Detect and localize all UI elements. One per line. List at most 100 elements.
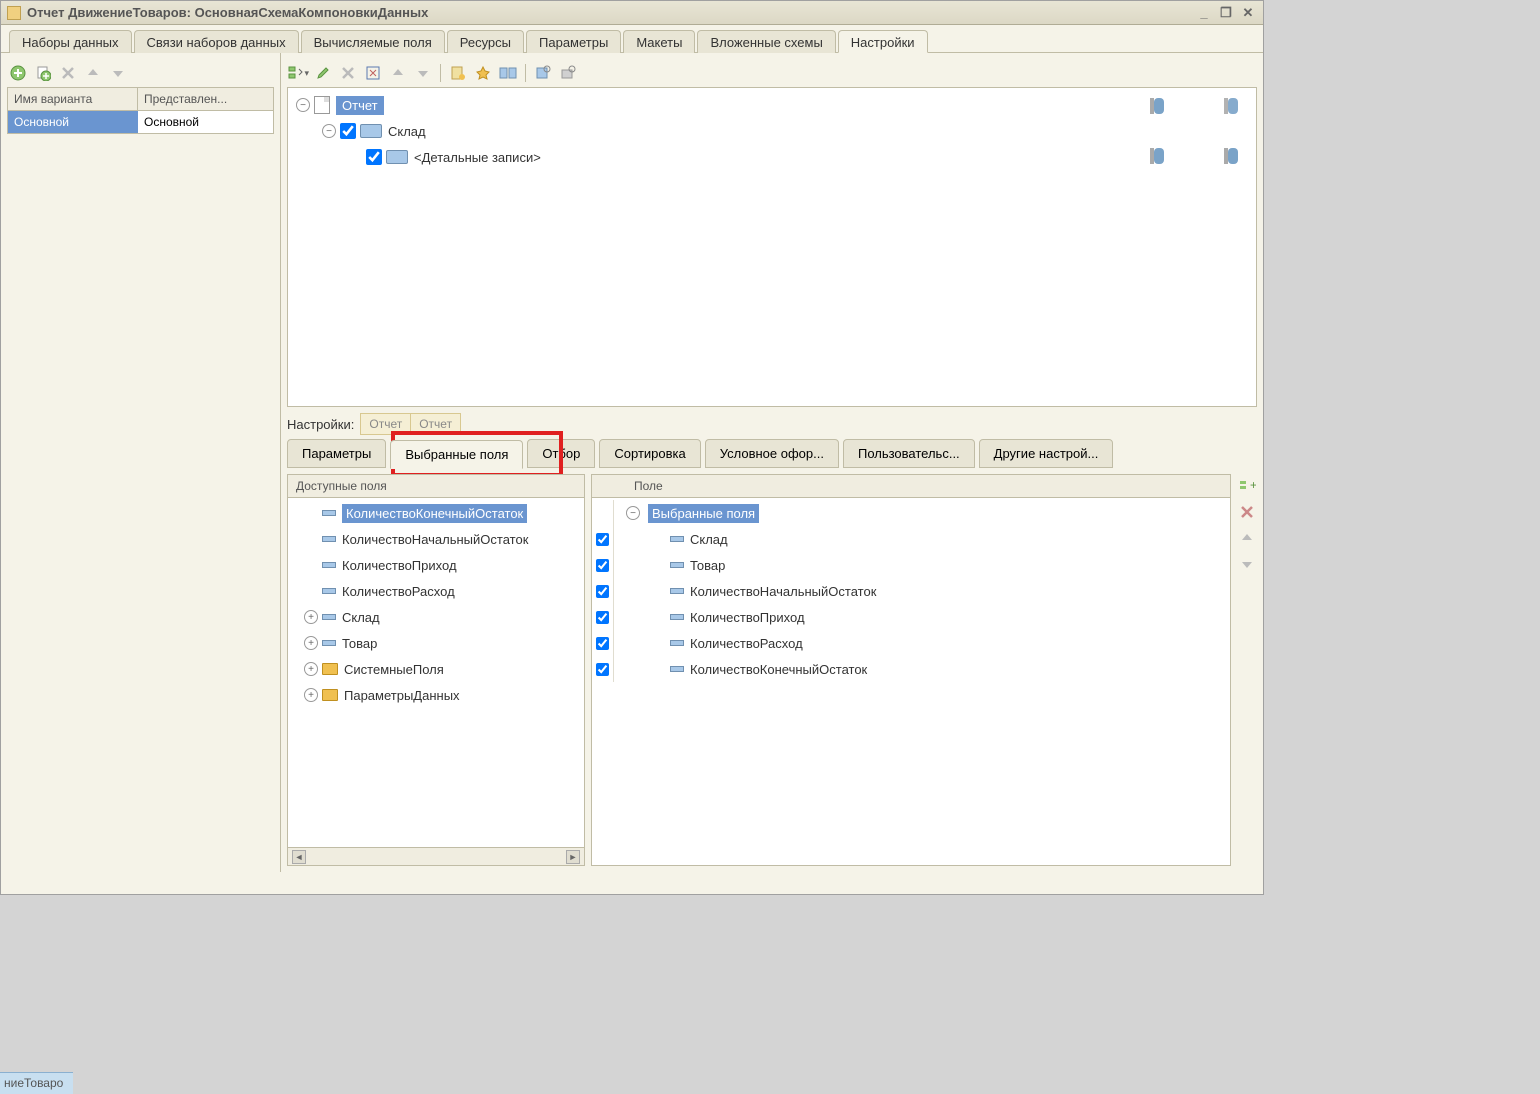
- expand-icon[interactable]: +: [304, 662, 318, 676]
- main-tab-5[interactable]: Макеты: [623, 30, 695, 53]
- down-icon[interactable]: [412, 63, 434, 83]
- field-checkbox[interactable]: [596, 637, 609, 650]
- breadcrumb-label: Настройки:: [287, 417, 354, 432]
- sub-tab-1[interactable]: Выбранные поля: [390, 440, 523, 469]
- main-tab-3[interactable]: Ресурсы: [447, 30, 524, 53]
- edit-icon[interactable]: [312, 63, 334, 83]
- action-icon-2[interactable]: [1224, 96, 1242, 116]
- field-checkbox[interactable]: [596, 611, 609, 624]
- available-fields-list[interactable]: КоличествоКонечныйОстаток КоличествоНачал…: [288, 498, 584, 847]
- collapse-icon[interactable]: −: [296, 98, 310, 112]
- node-checkbox[interactable]: [366, 149, 382, 165]
- remove-field-icon[interactable]: [1237, 502, 1257, 522]
- col-variant-name[interactable]: Имя варианта: [8, 88, 138, 110]
- delete-icon[interactable]: [57, 63, 79, 83]
- available-field-row[interactable]: КоличествоПриход: [288, 552, 584, 578]
- expand-icon[interactable]: +: [304, 636, 318, 650]
- minimize-button[interactable]: _: [1195, 5, 1213, 21]
- main-tab-6[interactable]: Вложенные схемы: [697, 30, 835, 53]
- field-checkbox[interactable]: [596, 533, 609, 546]
- sub-tab-4[interactable]: Условное офор...: [705, 439, 839, 468]
- selected-group-row[interactable]: −Выбранные поля: [592, 500, 1230, 526]
- field-label: КоличествоПриход: [690, 610, 805, 625]
- selected-field-row[interactable]: КоличествоКонечныйОстаток: [592, 656, 1230, 682]
- available-field-row[interactable]: +Склад: [288, 604, 584, 630]
- available-field-row[interactable]: + СистемныеПоля: [288, 656, 584, 682]
- up-icon[interactable]: [387, 63, 409, 83]
- scroll-left-icon[interactable]: ◄: [292, 850, 306, 864]
- add-copy-icon[interactable]: [32, 63, 54, 83]
- field-label: КоличествоКонечныйОстаток: [690, 662, 867, 677]
- maximize-button[interactable]: ❐: [1217, 5, 1235, 21]
- action-icon-1[interactable]: [1150, 96, 1168, 116]
- collapse-icon: [304, 506, 318, 520]
- sub-tab-5[interactable]: Пользовательс...: [843, 439, 975, 468]
- footer-tab[interactable]: ниеТоваро: [0, 1072, 73, 1094]
- gear2-icon[interactable]: [557, 63, 579, 83]
- field-checkbox[interactable]: [596, 585, 609, 598]
- breadcrumb-item[interactable]: Отчет: [411, 414, 460, 434]
- tree-node-details[interactable]: <Детальные записи>: [292, 144, 1252, 170]
- available-field-row[interactable]: +Товар: [288, 630, 584, 656]
- variant-presentation-cell[interactable]: Основной: [138, 111, 273, 133]
- field-icon: [670, 640, 684, 646]
- tree-root[interactable]: − Отчет: [292, 92, 1252, 118]
- expand-icon[interactable]: +: [304, 610, 318, 624]
- col-presentation[interactable]: Представлен...: [138, 88, 273, 110]
- sub-tab-3[interactable]: Сортировка: [599, 439, 700, 468]
- field-checkbox[interactable]: [596, 559, 609, 572]
- breadcrumb-item[interactable]: Отчет: [361, 414, 411, 434]
- selected-fields-list[interactable]: −Выбранные поляСклад Товар КоличествоНачал…: [592, 498, 1230, 865]
- add-field-icon[interactable]: +: [1237, 476, 1257, 496]
- move-down-icon[interactable]: [107, 63, 129, 83]
- field-label: КоличествоНачальныйОстаток: [342, 532, 528, 547]
- add-element-icon[interactable]: ▾: [287, 63, 309, 83]
- close-button[interactable]: ✕: [1239, 5, 1257, 21]
- available-field-row[interactable]: КоличествоКонечныйОстаток: [288, 500, 584, 526]
- main-tab-4[interactable]: Параметры: [526, 30, 621, 53]
- tree-node-warehouse[interactable]: − Склад: [292, 118, 1252, 144]
- field-up-icon[interactable]: [1237, 528, 1257, 548]
- selected-field-row[interactable]: Товар: [592, 552, 1230, 578]
- folder-icon: [322, 689, 338, 701]
- delete2-icon[interactable]: [337, 63, 359, 83]
- main-tab-1[interactable]: Связи наборов данных: [134, 30, 299, 53]
- selected-field-row[interactable]: КоличествоРасход: [592, 630, 1230, 656]
- gear1-icon[interactable]: [532, 63, 554, 83]
- field-down-icon[interactable]: [1237, 554, 1257, 574]
- field-label: Товар: [690, 558, 725, 573]
- node-checkbox[interactable]: [340, 123, 356, 139]
- variant-row[interactable]: Основной Основной: [8, 111, 273, 133]
- sub-tab-6[interactable]: Другие настрой...: [979, 439, 1114, 468]
- main-tab-2[interactable]: Вычисляемые поля: [301, 30, 445, 53]
- expand-icon[interactable]: +: [304, 688, 318, 702]
- collapse-icon[interactable]: −: [322, 124, 336, 138]
- move-up-icon[interactable]: [82, 63, 104, 83]
- available-field-row[interactable]: +ПараметрыДанных: [288, 682, 584, 708]
- main-tab-0[interactable]: Наборы данных: [9, 30, 132, 53]
- variants-toolbar: [7, 59, 274, 87]
- collapse-icon[interactable]: −: [626, 506, 640, 520]
- main-tab-7[interactable]: Настройки: [838, 30, 928, 53]
- settings-breadcrumb: Настройки: Отчет Отчет: [287, 413, 1257, 435]
- selected-field-row[interactable]: КоличествоПриход: [592, 604, 1230, 630]
- variant-name-cell[interactable]: Основной: [8, 111, 138, 133]
- node-label: Склад: [388, 124, 426, 139]
- wizard2-icon[interactable]: [472, 63, 494, 83]
- wizard1-icon[interactable]: [447, 63, 469, 83]
- add-icon[interactable]: [7, 63, 29, 83]
- horizontal-scrollbar[interactable]: ◄ ►: [288, 847, 584, 865]
- available-field-row[interactable]: КоличествоНачальныйОстаток: [288, 526, 584, 552]
- available-field-row[interactable]: КоличествоРасход: [288, 578, 584, 604]
- selected-field-row[interactable]: КоличествоНачальныйОстаток: [592, 578, 1230, 604]
- action-icon-3[interactable]: [1150, 146, 1168, 166]
- sub-tab-0[interactable]: Параметры: [287, 439, 386, 468]
- config-icon[interactable]: [362, 63, 384, 83]
- scroll-right-icon[interactable]: ►: [566, 850, 580, 864]
- field-label: СистемныеПоля: [344, 662, 444, 677]
- wizard3-icon[interactable]: [497, 63, 519, 83]
- action-icon-4[interactable]: [1224, 146, 1242, 166]
- sub-tab-2[interactable]: Отбор: [527, 439, 595, 468]
- field-checkbox[interactable]: [596, 663, 609, 676]
- selected-field-row[interactable]: Склад: [592, 526, 1230, 552]
